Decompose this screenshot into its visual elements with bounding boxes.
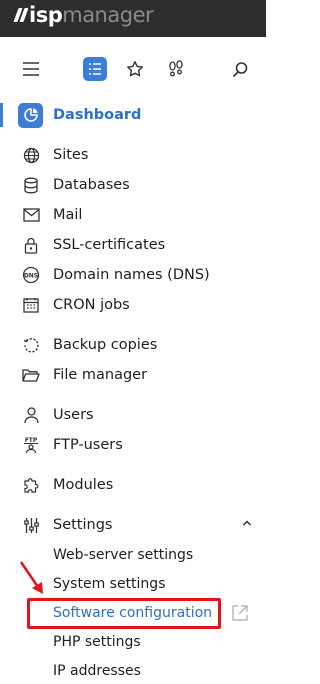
sidebar-item-label: Mail [53,207,83,223]
sidebar-item-ssl-certificates[interactable]: SSL-certificates [0,230,266,260]
puzzle-icon [21,475,41,495]
sidebar-item-dns[interactable]: DNS Domain names (DNS) [0,260,266,290]
menu-icon[interactable] [19,57,43,81]
dashboard-icon [18,102,43,128]
sliders-icon [21,515,41,535]
sidebar-item-file-manager[interactable]: File manager [0,360,266,390]
logo-mark-icon [13,8,29,22]
mail-icon [21,205,41,225]
user-icon [21,405,41,425]
database-icon [21,175,41,195]
sidebar-item-label: FTP-users [53,437,123,453]
backup-icon [21,335,41,355]
footprints-icon[interactable] [164,57,188,81]
dns-icon: DNS [21,265,41,285]
sidebar-toolbar [0,37,266,100]
globe-icon [21,145,41,165]
sidebar-item-label: Domain names (DNS) [53,267,210,283]
sidebar-item-label: Sites [53,147,89,163]
sidebar-item-cron-jobs[interactable]: CRON jobs [0,290,266,320]
sidebar-item-label: Settings [53,517,113,533]
settings-sub-ip-addresses[interactable]: IP addresses [0,656,266,684]
sidebar-item-label: File manager [53,367,148,383]
sidebar-item-backup-copies[interactable]: Backup copies [0,330,266,360]
top-bar: isp manager [0,0,266,37]
list-icon[interactable] [83,57,107,81]
logo-text-manager: manager [62,3,154,27]
active-indicator [0,103,3,127]
logo-text-isp: isp [29,3,63,27]
red-highlight-box [27,598,221,629]
folder-icon [21,365,41,385]
external-link-icon[interactable] [231,604,249,622]
svg-text:DNS: DNS [24,272,38,279]
search-icon[interactable] [228,57,252,81]
submenu-item-label: Web-server settings [53,547,194,563]
sidebar-item-label: CRON jobs [53,297,130,313]
sidebar-item-label: Modules [53,477,114,493]
submenu-item-label: PHP settings [53,634,141,650]
red-annotation-arrow-icon [18,560,48,596]
chevron-up-icon[interactable] [240,515,254,529]
sidebar-item-settings[interactable]: Settings [0,510,266,540]
ftp-user-icon: FTP [21,435,41,455]
ispmanager-logo[interactable]: isp manager [13,2,154,28]
sidebar-item-modules[interactable]: Modules [0,470,266,500]
sidebar-item-dashboard[interactable]: Dashboard [0,100,266,130]
sidebar-item-label: Dashboard [53,107,142,123]
submenu-item-label: System settings [53,576,166,592]
sidebar-item-sites[interactable]: Sites [0,140,266,170]
sidebar-item-label: Backup copies [53,337,158,353]
star-icon[interactable] [123,57,147,81]
lock-icon [21,235,41,255]
sidebar-item-label: Databases [53,177,130,193]
svg-text:FTP: FTP [25,437,38,444]
settings-sub-php[interactable]: PHP settings [0,627,266,657]
sidebar-item-label: Users [53,407,94,423]
calendar-icon [21,295,41,315]
sidebar-item-databases[interactable]: Databases [0,170,266,200]
submenu-item-label: IP addresses [53,663,141,679]
sidebar-item-users[interactable]: Users [0,400,266,430]
sidebar-item-ftp-users[interactable]: FTP FTP-users [0,430,266,460]
sidebar-item-mail[interactable]: Mail [0,200,266,230]
sidebar-item-label: SSL-certificates [53,237,166,253]
